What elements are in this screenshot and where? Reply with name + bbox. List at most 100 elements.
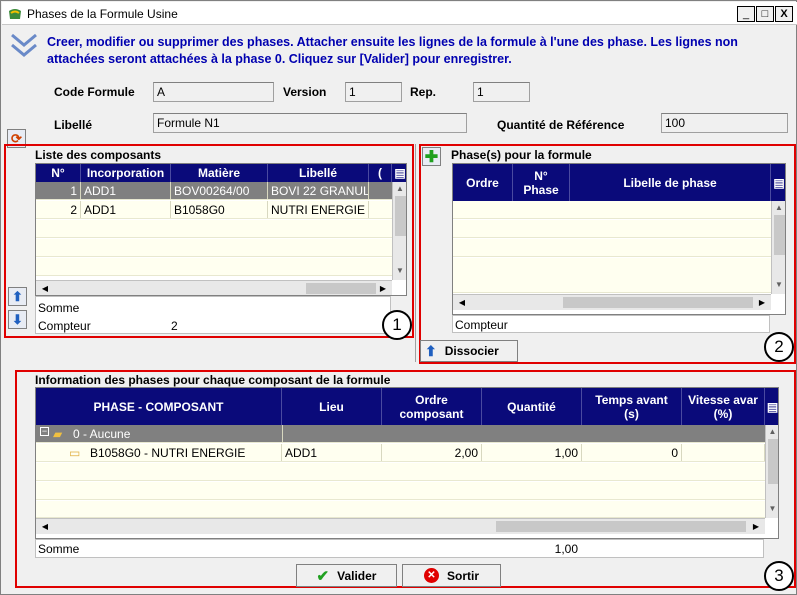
- rep-field[interactable]: 1: [473, 82, 530, 102]
- info-grid: PHASE - COMPOSANT Lieu Ordre composant Q…: [35, 387, 779, 539]
- cancel-icon: ✕: [423, 568, 439, 583]
- empty-row: [453, 201, 771, 219]
- sortir-button[interactable]: ✕ Sortir: [402, 564, 501, 587]
- empty-row: [36, 482, 765, 500]
- move-down-icon[interactable]: ⬇: [8, 310, 27, 329]
- column-divider: [282, 425, 283, 442]
- components-header: N° Incorporation Matière Libellé ( ▤: [36, 164, 406, 182]
- phases-header: Ordre N° Phase Libelle de phase ▤: [453, 164, 785, 201]
- col-header-n-phase[interactable]: N° Phase: [513, 164, 570, 201]
- cell-temps-avant: 0: [582, 444, 682, 461]
- info-vscroll[interactable]: ▲ ▼: [765, 425, 778, 518]
- group-row[interactable]: − ▰ 0 - Aucune: [36, 425, 765, 443]
- chevron-logo-icon: [11, 33, 37, 57]
- cell-vitesse-avant: [682, 444, 765, 461]
- add-phase-icon[interactable]: ✚: [422, 147, 441, 166]
- marker-2: 2: [764, 332, 794, 362]
- cell-incorporation: ADD1: [81, 201, 171, 218]
- col-header-temps-avant[interactable]: Temps avant (s): [582, 388, 682, 425]
- col-header-vitesse-avant[interactable]: Vitesse avar (%): [682, 388, 765, 425]
- col-header-n[interactable]: N°: [36, 164, 81, 182]
- components-vscroll[interactable]: ▲ ▼: [392, 182, 406, 280]
- scroll-right-icon[interactable]: ▶: [755, 298, 769, 307]
- main-window: Phases de la Formule Usine _ □ X Creer, …: [0, 0, 797, 595]
- col-header-ordre[interactable]: Ordre: [453, 164, 513, 201]
- col-header-phase-composant[interactable]: PHASE - COMPOSANT: [36, 388, 282, 425]
- code-formule-label: Code Formule: [54, 85, 135, 99]
- scroll-up-icon[interactable]: ▲: [766, 427, 778, 436]
- components-grid: N° Incorporation Matière Libellé ( ▤ 1 A…: [35, 163, 407, 296]
- arrow-up-icon: ⬆: [425, 342, 437, 359]
- table-row[interactable]: ▭ B1058G0 - NUTRI ENERGIE ADD1 2,00 1,00…: [36, 444, 765, 462]
- scroll-down-icon[interactable]: ▼: [772, 280, 785, 289]
- col-header-ordre-composant[interactable]: Ordre composant: [382, 388, 482, 425]
- phases-hscroll[interactable]: ◀ ▶: [453, 294, 771, 310]
- quantite-reference-label: Quantité de Référence: [497, 118, 625, 132]
- phases-grid: Ordre N° Phase Libelle de phase ▤ ▲ ▼ ◀ …: [452, 163, 786, 315]
- scroll-thumb[interactable]: [563, 297, 753, 308]
- components-footer: Somme Compteur 2: [35, 296, 391, 334]
- phases-vscroll[interactable]: ▲ ▼: [771, 201, 785, 294]
- components-hscroll[interactable]: ◀ ▶: [36, 280, 392, 295]
- table-row[interactable]: 1 ADD1 BOV00264/00 BOVI 22 GRANUL: [36, 182, 392, 200]
- col-header-matiere[interactable]: Matière: [171, 164, 268, 182]
- cell-n: 1: [36, 182, 81, 199]
- divider: [415, 144, 416, 362]
- column-divider: [36, 444, 282, 461]
- scroll-right-icon[interactable]: ▶: [749, 522, 763, 531]
- scroll-thumb[interactable]: [774, 215, 785, 255]
- compteur-value: 2: [171, 319, 178, 333]
- cell-matiere: BOV00264/00: [171, 182, 268, 199]
- scroll-up-icon[interactable]: ▲: [772, 203, 785, 212]
- scroll-thumb[interactable]: [768, 439, 778, 484]
- scroll-left-icon[interactable]: ◀: [38, 522, 52, 531]
- col-header-incorporation[interactable]: Incorporation: [81, 164, 171, 182]
- window-title: Phases de la Formule Usine: [27, 7, 178, 21]
- col-header-extra[interactable]: (: [369, 164, 392, 182]
- column-menu-icon[interactable]: ▤: [765, 388, 778, 425]
- version-field[interactable]: 1: [345, 82, 402, 102]
- collapse-icon[interactable]: −: [40, 427, 49, 436]
- scroll-down-icon[interactable]: ▼: [766, 504, 778, 513]
- col-header-libelle[interactable]: Libellé: [268, 164, 369, 182]
- col-header-lieu[interactable]: Lieu: [282, 388, 382, 425]
- marker-1: 1: [382, 310, 412, 340]
- table-row[interactable]: 2 ADD1 B1058G0 NUTRI ENERGIE: [36, 201, 392, 219]
- libelle-field[interactable]: Formule N1: [153, 113, 467, 133]
- empty-row: [453, 258, 771, 293]
- scroll-thumb[interactable]: [496, 521, 746, 532]
- scroll-down-icon[interactable]: ▼: [393, 266, 406, 275]
- cell-n: 2: [36, 201, 81, 218]
- scroll-up-icon[interactable]: ▲: [393, 184, 406, 193]
- app-icon: [9, 9, 21, 19]
- col-header-libelle-phase[interactable]: Libelle de phase: [570, 164, 771, 201]
- cell-lieu: ADD1: [282, 444, 382, 461]
- scroll-right-icon[interactable]: ▶: [376, 284, 390, 293]
- scroll-thumb[interactable]: [395, 196, 406, 236]
- instructions-text: Creer, modifier ou supprimer des phases.…: [47, 35, 738, 66]
- column-menu-icon[interactable]: ▤: [392, 164, 406, 182]
- cell-libelle: BOVI 22 GRANUL: [268, 182, 369, 199]
- libelle-label: Libellé: [54, 118, 93, 132]
- move-up-icon[interactable]: ⬆: [8, 287, 27, 306]
- marker-3: 3: [764, 561, 794, 591]
- dissocier-button[interactable]: ⬆ Dissocier: [420, 340, 518, 362]
- info-hscroll[interactable]: ◀ ▶: [36, 518, 765, 534]
- quantite-reference-field[interactable]: 100: [661, 113, 788, 133]
- maximize-button[interactable]: □: [756, 6, 774, 22]
- code-formule-field[interactable]: A: [153, 82, 274, 102]
- minimize-button[interactable]: _: [737, 6, 755, 22]
- scroll-thumb[interactable]: [306, 283, 376, 294]
- phases-compteur-label: Compteur: [455, 318, 508, 332]
- checkmark-icon: ✔: [316, 567, 330, 585]
- version-label: Version: [283, 85, 327, 99]
- rep-label: Rep.: [410, 85, 437, 99]
- info-title: Information des phases pour chaque compo…: [35, 373, 391, 387]
- scroll-left-icon[interactable]: ◀: [38, 284, 52, 293]
- col-header-quantite[interactable]: Quantité: [482, 388, 582, 425]
- valider-button[interactable]: ✔ Valider: [296, 564, 397, 587]
- sortir-label: Sortir: [446, 568, 479, 583]
- close-button[interactable]: X: [775, 6, 793, 22]
- column-menu-icon[interactable]: ▤: [771, 164, 785, 201]
- scroll-left-icon[interactable]: ◀: [455, 298, 469, 307]
